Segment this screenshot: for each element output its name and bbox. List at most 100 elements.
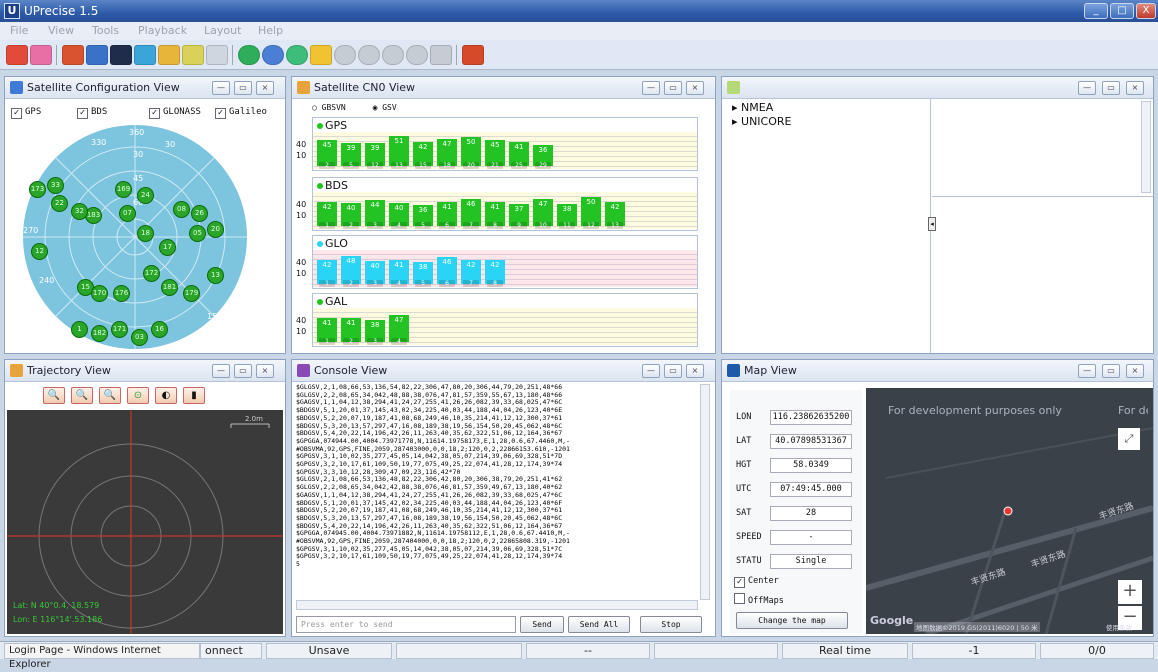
pause-icon[interactable] [334,45,356,65]
panel-minimize-button[interactable]: — [212,364,230,378]
zoom-out-icon[interactable]: 🔍 [71,387,93,404]
panel-close-button[interactable]: × [256,81,274,95]
sat-marker[interactable]: 05 [189,225,206,242]
record-icon[interactable] [206,45,228,65]
sat-marker[interactable]: 13 [207,267,224,284]
sat-marker[interactable]: 182 [91,325,108,342]
console-input[interactable]: Press enter to send [296,616,516,633]
panel-minimize-button[interactable]: — [642,81,660,95]
panel-close-button[interactable]: × [256,364,274,378]
bds-check[interactable]: ✓ BDS [77,107,107,119]
constellation-icon[interactable] [134,45,156,65]
panel-close-button[interactable]: × [1126,81,1144,95]
console-hscrollbar[interactable] [296,600,698,610]
track-icon[interactable]: ◐ [155,387,177,404]
change-map-button[interactable]: Change the map [736,612,848,629]
panel-restore-button[interactable]: ▭ [664,364,682,378]
close-button[interactable]: X [1136,3,1156,19]
connect-status[interactable]: onnect [200,643,262,659]
panel-restore-button[interactable]: ▭ [664,81,682,95]
sat-marker[interactable]: 07 [119,205,136,222]
minimize-button[interactable]: _ [1084,3,1108,19]
tree-item-nmea[interactable]: ▸ NMEA [732,101,773,114]
stop-button[interactable]: Stop [640,616,702,633]
detail-scrollbar[interactable] [1141,101,1151,193]
sat-marker[interactable]: 26 [191,205,208,222]
cn0-chart-icon[interactable] [110,45,132,65]
panel-restore-button[interactable]: ▭ [1102,364,1120,378]
forward-icon[interactable] [406,45,428,65]
sat-marker[interactable]: 176 [113,285,130,302]
send-button[interactable]: Send [520,616,564,633]
console-scrollbar[interactable] [700,384,710,600]
clear-icon[interactable]: ▮ [183,387,205,404]
sat-marker[interactable]: 18 [137,225,154,242]
sat-marker[interactable]: 169 [115,181,132,198]
sat-marker[interactable]: 173 [29,181,46,198]
refresh-icon[interactable] [262,45,284,65]
stop-icon[interactable] [358,45,380,65]
play-icon[interactable] [310,45,332,65]
menu-view[interactable]: View [48,24,74,37]
map-canvas[interactable]: For development purposes only For develo… [866,388,1153,634]
globe-icon[interactable] [238,45,260,65]
panel-close-button[interactable]: × [1126,364,1144,378]
sat-marker[interactable]: 1 [71,321,88,338]
panel-restore-button[interactable]: ▭ [234,81,252,95]
fullscreen-icon[interactable]: ⤢ [1118,428,1140,450]
panel-minimize-button[interactable]: — [1078,364,1096,378]
sat-marker[interactable]: 16 [151,321,168,338]
connect-icon[interactable] [6,45,28,65]
open-folder-icon[interactable] [286,45,308,65]
sat-marker[interactable]: 12 [31,243,48,260]
maximize-button[interactable]: □ [1110,3,1134,19]
panel-minimize-button[interactable]: — [212,81,230,95]
radio-gbsvn[interactable]: ○ GBSVN [312,103,346,112]
step-icon[interactable] [382,45,404,65]
sat-marker[interactable]: 181 [161,279,178,296]
galileo-check[interactable]: ✓ Galileo [215,107,267,119]
sat-marker[interactable]: 22 [51,195,68,212]
sat-marker[interactable]: 03 [131,329,148,346]
sat-marker[interactable]: 32 [71,203,88,220]
log-icon[interactable] [158,45,180,65]
center-checkbox[interactable]: ✓ Center [734,576,779,588]
tools-icon[interactable] [462,45,484,65]
sat-marker[interactable]: 20 [207,221,224,238]
panel-close-button[interactable]: × [686,81,704,95]
zoom-in-button[interactable]: + [1118,580,1142,604]
panel-close-button[interactable]: × [686,364,704,378]
glonass-check[interactable]: ✓ GLONASS [149,107,201,119]
panel-minimize-button[interactable]: — [642,364,660,378]
satellite-view-icon[interactable] [86,45,108,65]
menu-file[interactable]: File [10,24,28,37]
sat-marker[interactable]: 172 [143,265,160,282]
sat-marker[interactable]: 33 [47,177,64,194]
sat-marker[interactable]: 17 [159,239,176,256]
zoom-reset-icon[interactable]: 🔍 [99,387,121,404]
offmaps-checkbox[interactable]: OffMaps [734,593,784,606]
panel-restore-button[interactable]: ▭ [234,364,252,378]
sat-marker[interactable]: 08 [173,201,190,218]
sat-marker[interactable]: 179 [183,285,200,302]
center-icon[interactable]: ⊙ [127,387,149,404]
panel-minimize-button[interactable]: — [1078,81,1096,95]
sat-marker[interactable]: 170 [91,285,108,302]
map-terms[interactable]: 使用条款 [1106,622,1132,632]
sat-marker[interactable]: 24 [137,187,154,204]
splitter-handle[interactable]: ◂ [928,217,936,231]
menu-layout[interactable]: Layout [204,24,241,37]
sat-marker[interactable]: 171 [111,321,128,338]
send-all-button[interactable]: Send All [568,616,630,633]
menu-help[interactable]: Help [258,24,283,37]
menu-tools[interactable]: Tools [92,24,119,37]
tree-item-unicore[interactable]: ▸ UNICORE [732,115,792,128]
settings-icon[interactable] [182,45,204,65]
port-icon[interactable] [30,45,52,65]
panel-restore-button[interactable]: ▭ [1102,81,1120,95]
satellite-config-icon[interactable] [62,45,84,65]
zoom-in-icon[interactable]: 🔍 [43,387,65,404]
gps-check[interactable]: ✓ GPS [11,107,41,119]
radio-gsv[interactable]: ◉ GSV [373,103,397,112]
menu-playback[interactable]: Playback [138,24,187,37]
